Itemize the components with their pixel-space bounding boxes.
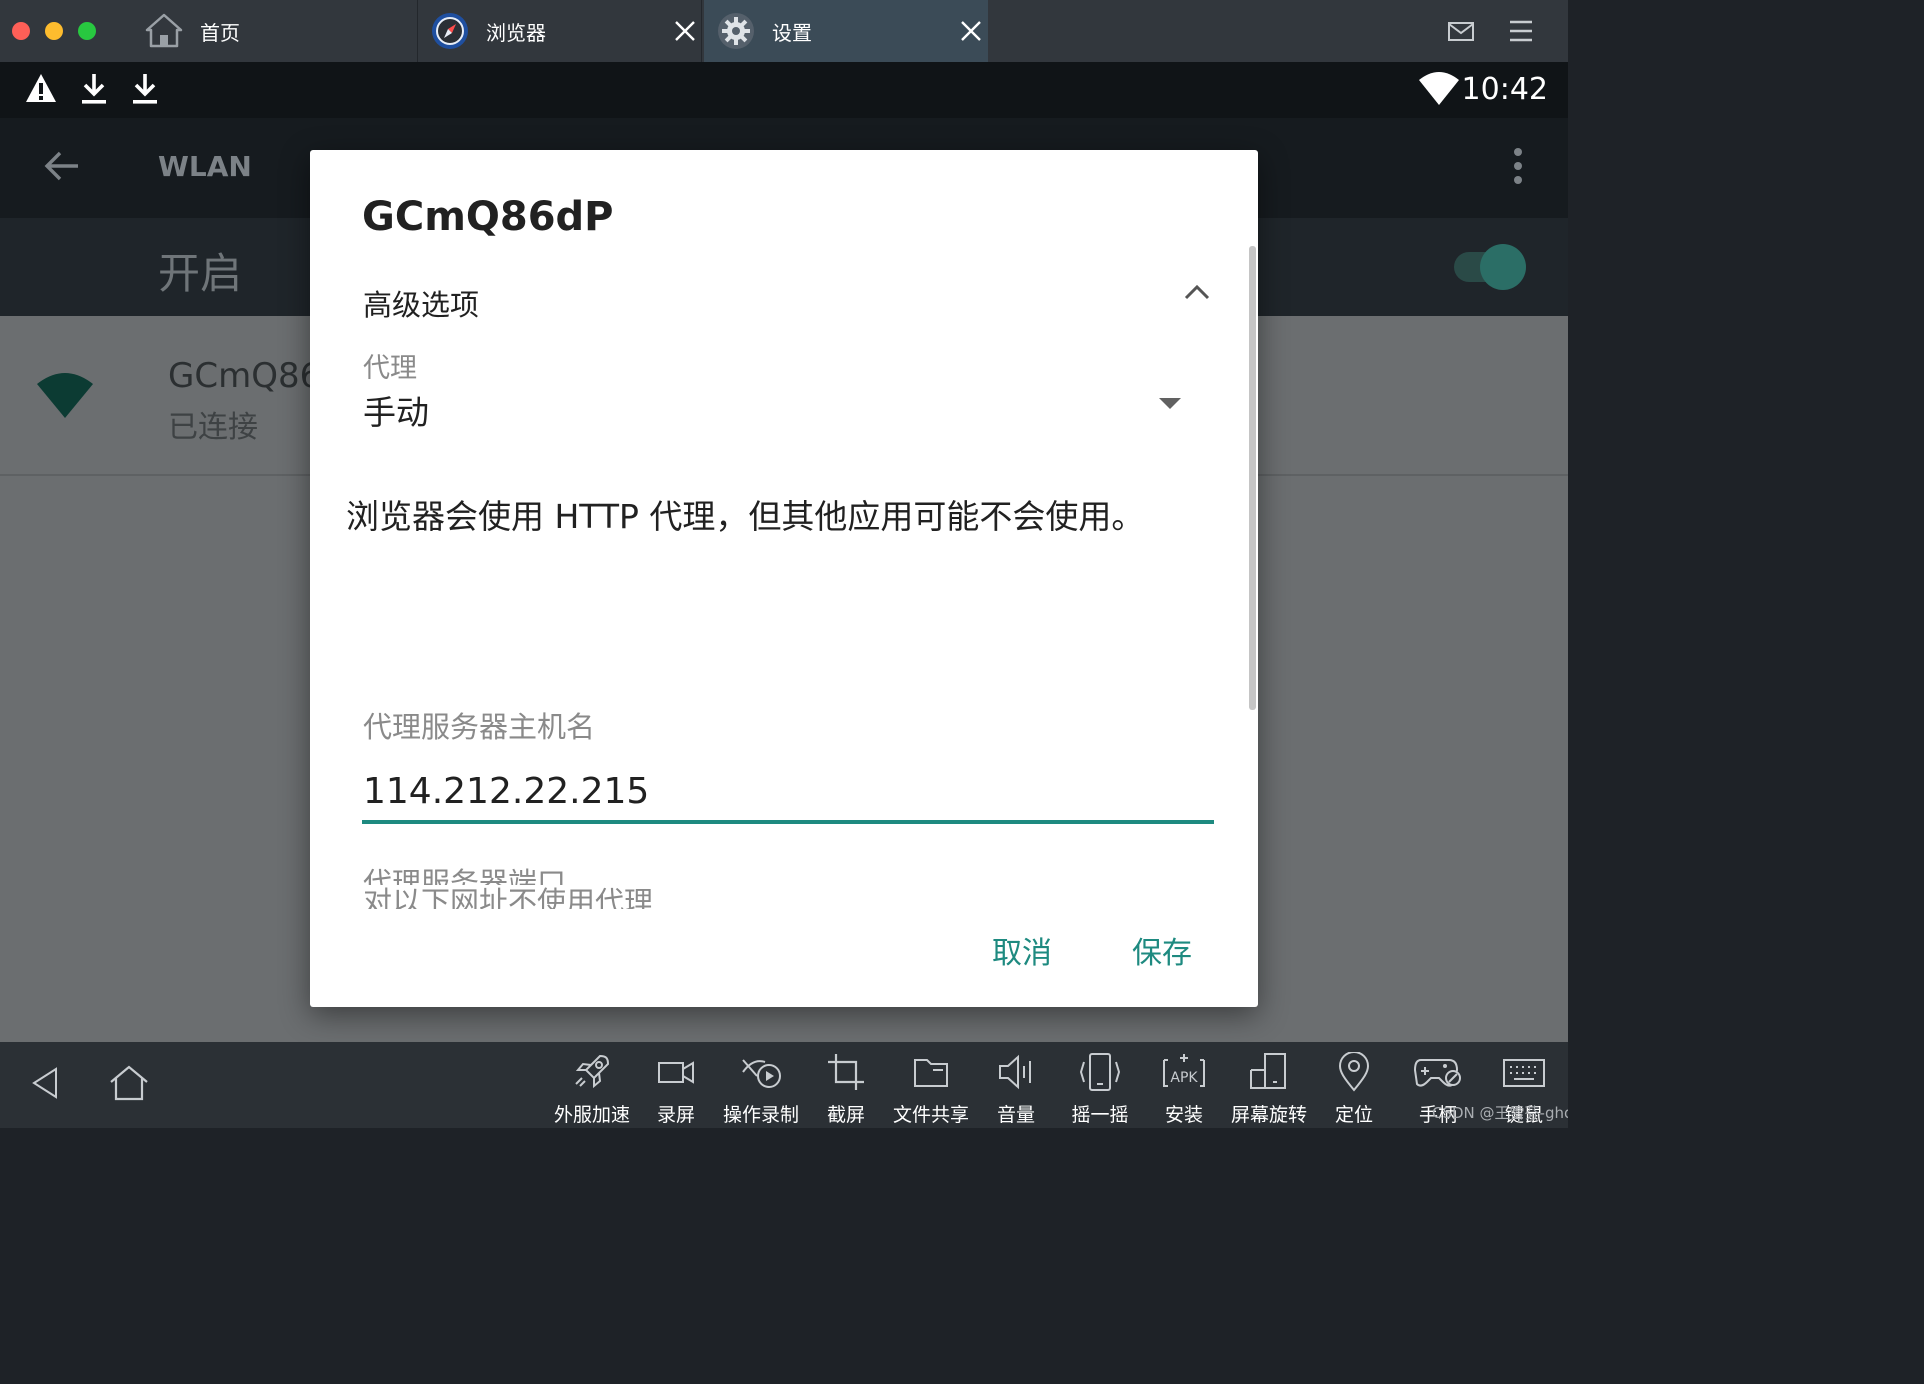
download-icon (133, 74, 157, 104)
proxy-selected-value: 手动 (363, 393, 429, 432)
video-camera-icon (658, 1061, 694, 1084)
toolbar-item-volume[interactable]: 音量 (990, 1052, 1042, 1128)
toolbar-item-location[interactable]: 定位 (1328, 1052, 1380, 1128)
tab-label: 首页 (200, 20, 240, 45)
shake-phone-icon (1079, 1053, 1121, 1091)
status-time: 10:42 (1461, 72, 1548, 107)
back-arrow-icon[interactable] (42, 146, 82, 186)
mail-icon[interactable] (1446, 16, 1476, 46)
network-name: GCmQ86 (168, 356, 322, 396)
host-field-label: 代理服务器主机名 (363, 710, 596, 744)
warning-icon (26, 74, 56, 102)
toolbar-label: 录屏 (656, 1104, 695, 1126)
tab-home[interactable]: 首页 (140, 0, 418, 62)
apk-install-icon: APK (1163, 1054, 1205, 1087)
toolbar-label: 摇一摇 (1071, 1104, 1129, 1126)
home-icon (145, 13, 183, 48)
proxy-host-input[interactable] (362, 761, 1214, 821)
close-window-button[interactable] (12, 22, 30, 40)
cancel-button[interactable]: 取消 (992, 928, 1052, 972)
close-icon[interactable] (672, 18, 698, 44)
svg-text:APK: APK (1170, 1070, 1198, 1086)
tab-browser[interactable]: 浏览器 (420, 0, 702, 62)
toolbar-item-accelerate[interactable]: 外服加速 (546, 1052, 638, 1128)
menu-icon[interactable] (1506, 16, 1536, 46)
toolbar-item-screenshot[interactable]: 截屏 (820, 1052, 872, 1128)
toolbar-item-install[interactable]: APK 安装 (1158, 1052, 1210, 1128)
compass-icon (432, 13, 468, 49)
toolbar-item-file-share[interactable]: 文件共享 (886, 1052, 976, 1128)
wifi-icon (37, 373, 93, 418)
bypass-label: 对以下网址不使用代理 (363, 885, 654, 909)
advanced-options-label: 高级选项 (363, 288, 480, 322)
proxy-warning-text: 浏览器会使用 HTTP 代理，但其他应用可能不会使用。 (346, 497, 1145, 536)
tab-label: 浏览器 (486, 20, 546, 45)
wlan-switch-label: 开启 (158, 249, 243, 298)
tab-settings[interactable]: 设置 (704, 0, 988, 62)
download-icon (82, 74, 106, 104)
android-status-bar: 10:42 (0, 62, 1568, 118)
toolbar-item-macro-record[interactable]: 操作录制 (716, 1052, 806, 1128)
emulator-window: 首页 浏览器 设置 10:42 WLAN 开启 GCmQ86 已连接 GCmQ8… (0, 0, 1568, 1128)
toolbar-label: 文件共享 (892, 1104, 969, 1126)
home-icon[interactable] (108, 1064, 150, 1102)
network-dialog: GCmQ86dP 高级选项 代理 手动 浏览器会使用 HTTP 代理，但其他应用… (310, 150, 1258, 1007)
bypass-clip: 对以下网址不使用代理 (310, 885, 1258, 909)
page-title: WLAN (158, 150, 252, 183)
toolbar-label: 安装 (1164, 1104, 1203, 1126)
back-triangle-icon[interactable] (30, 1066, 60, 1100)
keyboard-icon (1503, 1059, 1545, 1087)
toolbar-item-record-screen[interactable]: 录屏 (650, 1052, 702, 1128)
watermark-text: CSDN @王雪芬-ghqy (1432, 1104, 1568, 1122)
close-icon[interactable] (958, 18, 984, 44)
gamepad-icon (1413, 1059, 1461, 1087)
emulator-toolbar: 外服加速 录屏 操作录制 截屏 文件共享 音量 摇一摇 APK 安装 屏幕旋转 … (0, 1042, 1568, 1128)
crop-icon (828, 1054, 864, 1090)
toolbar-label: 音量 (996, 1104, 1035, 1126)
toolbar-item-rotate[interactable]: 屏幕旋转 (1224, 1052, 1314, 1128)
save-button[interactable]: 保存 (1132, 928, 1192, 972)
wifi-icon (1419, 72, 1459, 105)
speaker-icon (999, 1054, 1031, 1090)
toolbar-label: 定位 (1334, 1104, 1373, 1126)
gear-icon (718, 13, 754, 49)
port-field-label: 代理服务器端口 (363, 866, 567, 885)
tab-label: 设置 (772, 20, 812, 45)
toolbar-label: 屏幕旋转 (1230, 1104, 1307, 1126)
toolbar-item-shake[interactable]: 摇一摇 (1062, 1052, 1138, 1128)
dropdown-arrow-icon (1159, 398, 1181, 409)
rocket-icon (575, 1054, 610, 1089)
toolbar-label: 外服加速 (553, 1104, 630, 1126)
folder-icon (914, 1059, 948, 1087)
minimize-window-button[interactable] (45, 22, 63, 40)
proxy-dropdown[interactable] (350, 378, 1200, 434)
record-play-icon (742, 1059, 781, 1088)
rotate-screen-icon (1250, 1053, 1286, 1089)
window-titlebar: 首页 浏览器 设置 (0, 0, 1568, 62)
location-pin-icon (1338, 1052, 1370, 1092)
dialog-title: GCmQ86dP (362, 194, 614, 240)
network-status: 已连接 (168, 410, 258, 445)
dialog-scroll-area: 高级选项 代理 手动 浏览器会使用 HTTP 代理，但其他应用可能不会使用。 代… (310, 260, 1258, 885)
more-options-icon[interactable] (1508, 146, 1528, 186)
wlan-toggle[interactable] (1480, 244, 1526, 290)
maximize-window-button[interactable] (78, 22, 96, 40)
chevron-up-icon[interactable] (1182, 280, 1212, 304)
input-underline-focused (362, 820, 1214, 824)
dialog-scrollbar[interactable] (1249, 246, 1256, 710)
toolbar-label: 截屏 (826, 1104, 865, 1126)
toolbar-label: 操作录制 (722, 1104, 799, 1126)
